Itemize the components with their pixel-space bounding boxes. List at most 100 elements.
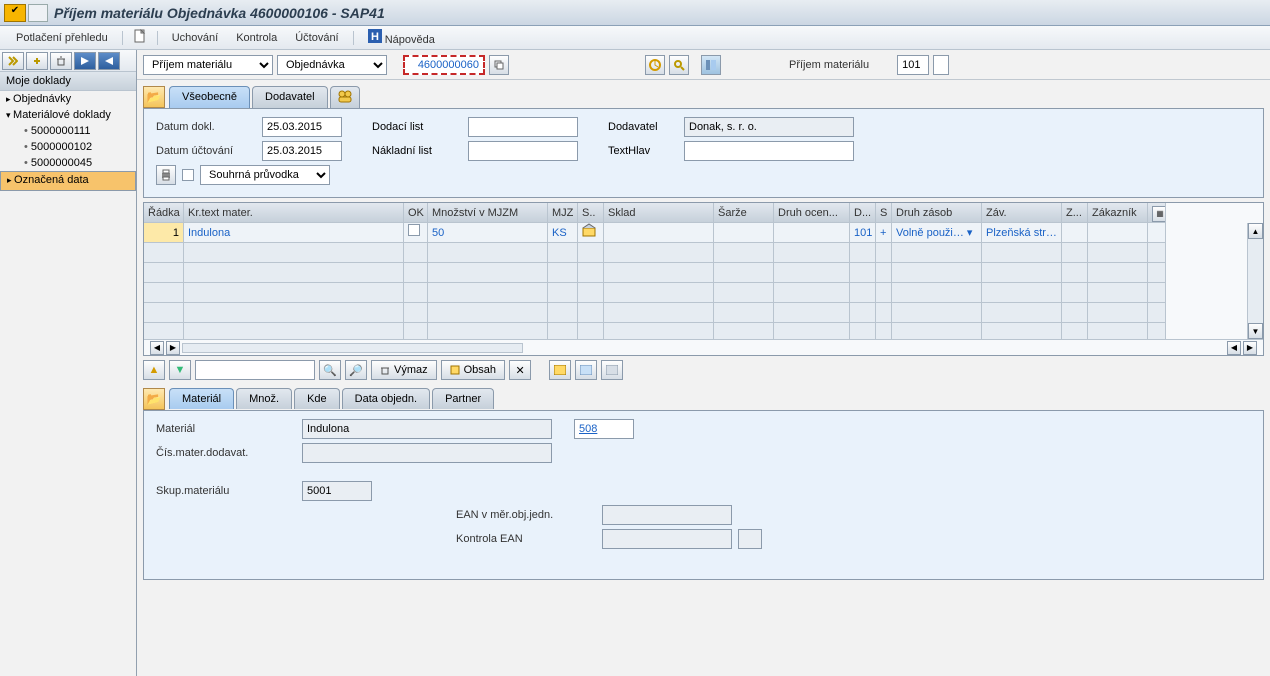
find-first-icon[interactable] [26, 52, 48, 70]
execute-icon[interactable] [645, 55, 665, 75]
material-no-input[interactable] [574, 419, 634, 439]
table-config-icon[interactable]: ▦ [1152, 206, 1166, 222]
menu-kontrola[interactable]: Kontrola [228, 29, 285, 47]
docno-search-icon[interactable] [489, 55, 509, 75]
settings-icon[interactable]: ✕ [509, 360, 531, 380]
delete-rows-button[interactable]: Výmaz [371, 360, 437, 380]
col-14[interactable]: Zákazník [1088, 203, 1148, 223]
movetype-sub-input[interactable] [933, 55, 949, 75]
souhrnna-checkbox[interactable] [182, 169, 194, 181]
scroll-left-icon[interactable]: ◀ [150, 341, 164, 355]
btn-extra-3[interactable] [601, 360, 623, 380]
find-in-list-icon[interactable]: 🔍 [319, 360, 341, 380]
dtab-partner[interactable]: Partner [432, 388, 494, 409]
tab-partner-icon[interactable] [330, 86, 360, 108]
sort-desc-icon[interactable]: ▼ [169, 360, 191, 380]
table-row [144, 323, 1263, 339]
dodaci-input[interactable] [468, 117, 578, 137]
btn-extra-1[interactable] [549, 360, 571, 380]
layout-icon[interactable] [701, 55, 721, 75]
table-row [144, 283, 1263, 303]
dtab-dataobj[interactable]: Data objedn. [342, 388, 430, 409]
texthlav-input[interactable] [684, 141, 854, 161]
ok-checkbox[interactable] [408, 224, 420, 236]
table-row[interactable]: 1Indulona50KS101+Volně použi… ▾Plzeňská … [144, 223, 1263, 243]
col-0[interactable]: Řádka [144, 203, 184, 223]
action-select[interactable]: Příjem materiálu [143, 55, 273, 75]
menu-uchovani[interactable]: Uchování [164, 29, 226, 47]
dtab-material[interactable]: Materiál [169, 388, 234, 409]
scroll-right-icon-2[interactable]: ▶ [1243, 341, 1257, 355]
titlebar: ✔ Příjem materiálu Objednávka 4600000106… [0, 0, 1270, 26]
col-9[interactable]: D... [850, 203, 876, 223]
tree-doc-1[interactable]: 5000000102 [0, 139, 136, 155]
title-back-button[interactable] [28, 4, 48, 22]
scroll-up-icon[interactable]: ▲ [1248, 223, 1263, 239]
col-4[interactable]: MJZ [548, 203, 578, 223]
col-7[interactable]: Šarže [714, 203, 774, 223]
col-13[interactable]: Z... [1062, 203, 1088, 223]
table-vscroll[interactable]: ▲ ▼ [1247, 223, 1263, 339]
detail-toggle-icon[interactable]: 📂 [143, 388, 165, 410]
cis-label: Čís.mater.dodavat. [156, 447, 296, 459]
svg-text:H: H [371, 31, 379, 43]
collapse-all-icon[interactable] [98, 52, 120, 70]
print-icon[interactable] [156, 165, 176, 185]
menu-potlaceni[interactable]: Potlačení přehledu [8, 29, 116, 47]
col-10[interactable]: S [876, 203, 892, 223]
tree-materialove[interactable]: Materiálové doklady [0, 107, 136, 123]
dtab-kde[interactable]: Kde [294, 388, 340, 409]
menu-help[interactable]: H Nápověda [360, 26, 443, 49]
tree-objednavky[interactable]: Objednávky [0, 91, 136, 107]
souhrnna-select[interactable]: Souhrná průvodka [200, 165, 330, 185]
datum-dokl-input[interactable] [262, 117, 342, 137]
content: Příjem materiálu Objednávka Příjem mater… [137, 50, 1270, 676]
col-2[interactable]: OK [404, 203, 428, 223]
tree-doc-0[interactable]: 5000000111 [0, 123, 136, 139]
collapse-icon[interactable] [2, 52, 24, 70]
skup-input [302, 481, 372, 501]
col-11[interactable]: Druh zásob [892, 203, 982, 223]
tree-doc-2[interactable]: 5000000045 [0, 155, 136, 171]
ean-label: EAN v měr.obj.jedn. [456, 509, 596, 521]
table-row [144, 243, 1263, 263]
dtab-mnoz[interactable]: Množ. [236, 388, 292, 409]
find-icon[interactable] [669, 55, 689, 75]
warehouse-icon[interactable] [582, 223, 596, 237]
movetype-input[interactable] [897, 55, 929, 75]
filter-input[interactable] [195, 360, 315, 380]
kontrola-ean-label: Kontrola EAN [456, 533, 596, 545]
col-5[interactable]: S.. [578, 203, 604, 223]
datum-dokl-label: Datum dokl. [156, 121, 256, 133]
col-1[interactable]: Kr.text mater. [184, 203, 404, 223]
items-table: ŘádkaKr.text mater.OKMnožství v MJZMMJZS… [143, 202, 1264, 356]
scroll-right-icon[interactable]: ▶ [166, 341, 180, 355]
find-next-icon[interactable]: 🔎 [345, 360, 367, 380]
sort-asc-icon[interactable]: ▲ [143, 360, 165, 380]
contents-button[interactable]: Obsah [441, 360, 505, 380]
col-8[interactable]: Druh ocen... [774, 203, 850, 223]
scroll-down-icon[interactable]: ▼ [1248, 323, 1263, 339]
tab-vseobecne[interactable]: Všeobecně [169, 86, 250, 108]
docno-input[interactable] [403, 55, 485, 75]
nakladni-input[interactable] [468, 141, 578, 161]
scroll-left-icon-2[interactable]: ◀ [1227, 341, 1241, 355]
new-doc-icon[interactable] [129, 26, 151, 49]
col-6[interactable]: Sklad [604, 203, 714, 223]
tree-oznacena[interactable]: Označená data [0, 171, 136, 191]
delete-icon[interactable] [50, 52, 72, 70]
header-toggle-icon[interactable]: 📂 [143, 86, 165, 108]
tree: Objednávky Materiálové doklady 500000011… [0, 91, 136, 191]
menu-uctovani[interactable]: Účtování [287, 29, 346, 47]
btn-extra-2[interactable] [575, 360, 597, 380]
dodavatel-input [684, 117, 854, 137]
col-12[interactable]: Záv. [982, 203, 1062, 223]
reftype-select[interactable]: Objednávka [277, 55, 387, 75]
kontrola-ean-input [602, 529, 732, 549]
table-hscroll[interactable]: ◀ ▶ ◀ ▶ [144, 339, 1263, 355]
datum-uct-input[interactable] [262, 141, 342, 161]
col-3[interactable]: Množství v MJZM [428, 203, 548, 223]
tab-dodavatel[interactable]: Dodavatel [252, 86, 328, 108]
expand-icon[interactable] [74, 52, 96, 70]
items-toolbar: ▲ ▼ 🔍 🔎 Výmaz Obsah ✕ [143, 360, 1264, 380]
